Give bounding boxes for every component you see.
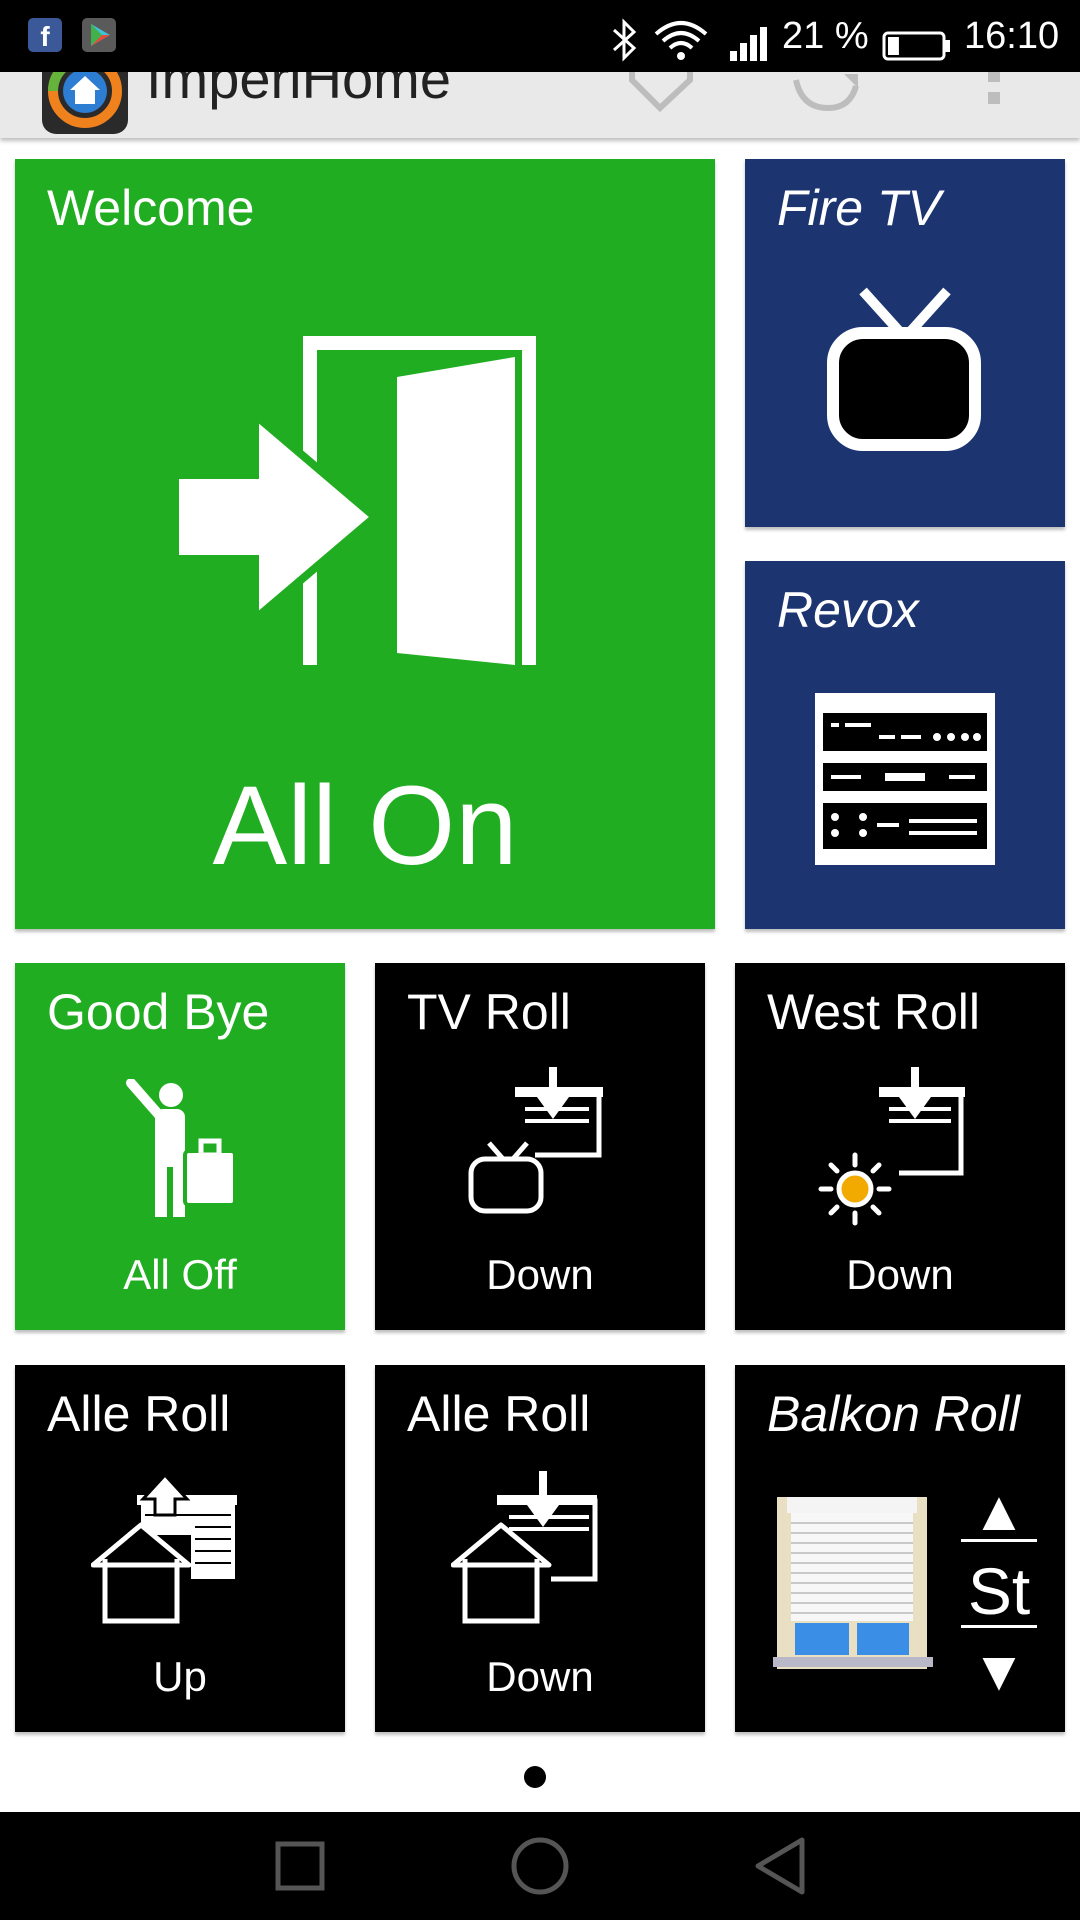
facebook-icon: f <box>28 18 62 52</box>
tag-icon[interactable] <box>626 72 696 112</box>
tile-title: Alle Roll <box>407 1386 591 1442</box>
navigation-bar <box>0 1812 1080 1920</box>
house-shutter-down-icon <box>451 1471 598 1624</box>
shutter-down-button[interactable]: ▼ <box>961 1643 1037 1699</box>
shutter-up-button[interactable]: ▲ <box>961 1483 1037 1542</box>
recents-button[interactable] <box>240 1812 360 1920</box>
tv-icon <box>827 287 981 451</box>
status-bar: f 21 % 16:10 <box>0 0 1080 72</box>
home-button[interactable] <box>480 1812 600 1920</box>
tile-revox[interactable]: Revox <box>745 561 1065 929</box>
window-shutter-icon <box>773 1497 933 1669</box>
tile-action: Down <box>486 1653 594 1700</box>
overflow-menu-icon[interactable] <box>986 72 1002 112</box>
house-shutter-up-icon <box>91 1475 237 1624</box>
tile-balkon-roll[interactable]: Balkon Roll ▲ St ▼ <box>735 1365 1065 1732</box>
page-indicator-dot <box>524 1766 546 1788</box>
tile-title: Alle Roll <box>47 1386 231 1442</box>
tile-welcome[interactable]: Welcome All On <box>15 159 715 929</box>
tv-shutter-down-icon <box>468 1067 603 1214</box>
person-leaving-icon <box>126 1079 237 1217</box>
signal-icon <box>730 27 767 61</box>
tile-west-roll[interactable]: West Roll Down <box>735 963 1065 1330</box>
tile-action: Up <box>153 1653 207 1700</box>
tile-action: All On <box>212 763 518 888</box>
door-enter-icon <box>175 336 536 665</box>
app-bar: ImperiHome <box>0 72 1080 138</box>
hifi-rack-icon <box>815 693 995 865</box>
tile-alle-roll-down[interactable]: Alle Roll Down <box>375 1365 705 1732</box>
tile-action: Down <box>486 1251 594 1298</box>
tile-title: Balkon Roll <box>767 1386 1020 1442</box>
tile-alle-roll-up[interactable]: Alle Roll Up <box>15 1365 345 1732</box>
shutter-stop-button[interactable]: St <box>961 1557 1037 1628</box>
clock: 16:10 <box>964 15 1060 57</box>
tile-tv-roll[interactable]: TV Roll Down <box>375 963 705 1330</box>
tile-good-bye[interactable]: Good Bye All Off <box>15 963 345 1330</box>
tile-title: Good Bye <box>47 984 270 1040</box>
app-title: ImperiHome <box>146 72 451 110</box>
tile-title: Welcome <box>47 180 255 236</box>
tile-action: All Off <box>123 1251 237 1298</box>
battery-percent: 21 % <box>782 15 869 57</box>
wifi-icon <box>654 21 708 60</box>
app-logo-icon <box>42 72 128 134</box>
play-store-icon <box>82 18 116 52</box>
tile-title: TV Roll <box>407 984 571 1040</box>
tile-action: Down <box>846 1251 954 1298</box>
refresh-icon[interactable] <box>792 72 862 116</box>
bluetooth-icon <box>612 18 637 62</box>
battery-icon <box>882 31 950 61</box>
tile-title: Fire TV <box>777 180 941 236</box>
back-button[interactable] <box>720 1812 840 1920</box>
tile-title: West Roll <box>767 984 981 1040</box>
sun-shutter-down-icon <box>818 1067 965 1226</box>
tile-title: Revox <box>777 582 919 638</box>
tile-fire-tv[interactable]: Fire TV <box>745 159 1065 527</box>
